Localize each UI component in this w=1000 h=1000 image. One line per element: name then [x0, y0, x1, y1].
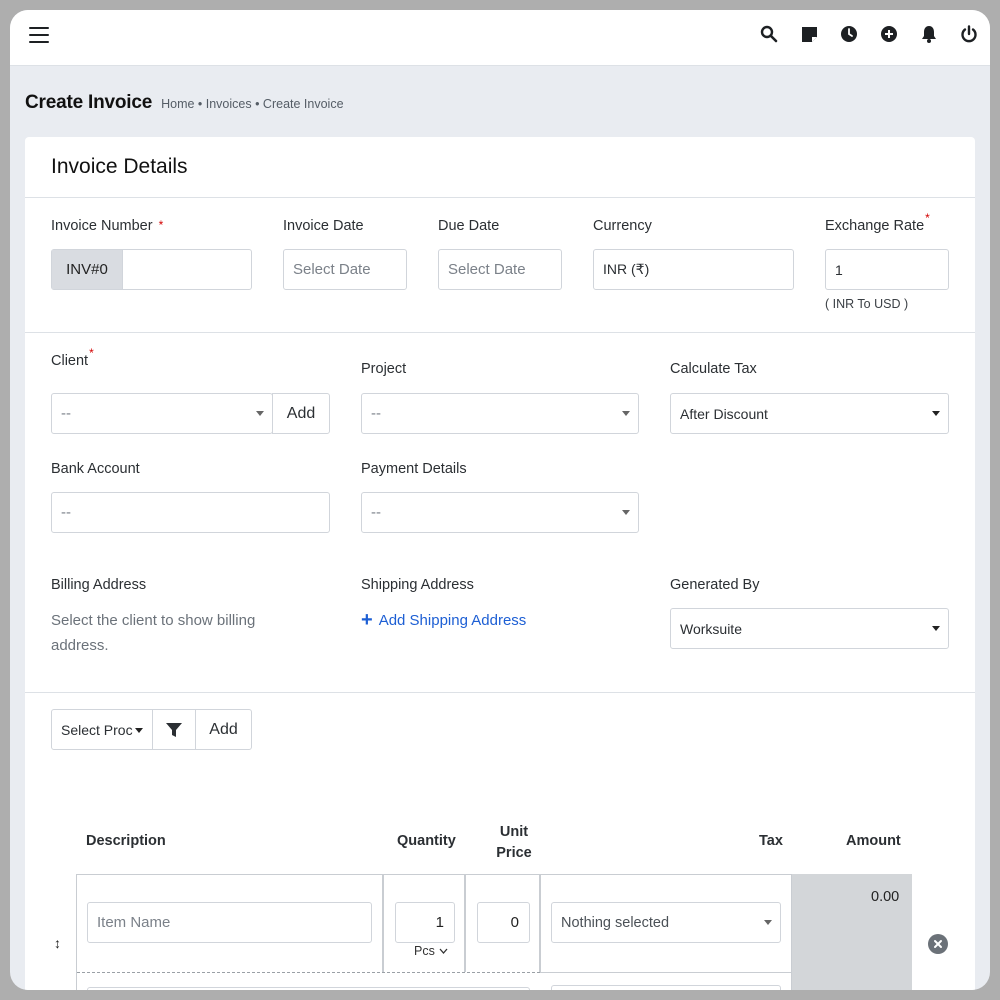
- quantity-input[interactable]: 1: [395, 902, 455, 943]
- remove-item-icon[interactable]: [928, 934, 948, 954]
- calculate-tax-value: After Discount: [680, 405, 768, 422]
- generated-by-value: Worksuite: [680, 620, 742, 637]
- generated-by-label: Generated By: [670, 577, 760, 593]
- exchange-rate-note: ( INR To USD ): [825, 297, 909, 311]
- chevron-down-icon: [256, 411, 264, 416]
- tax-header: Tax: [759, 833, 783, 849]
- invoice-number-label: Invoice Number *: [51, 218, 164, 234]
- billing-address-label: Billing Address: [51, 577, 147, 593]
- calculate-tax-label: Calculate Tax: [670, 361, 757, 377]
- menu-icon[interactable]: [29, 27, 49, 43]
- due-date-label: Due Date: [438, 218, 500, 234]
- divider: [25, 197, 975, 198]
- chevron-down-icon: [764, 920, 772, 925]
- chevron-down-icon: [622, 411, 630, 416]
- invoice-number-prefix: INV#0: [52, 250, 123, 289]
- select-product-value: Select Proc: [61, 721, 133, 738]
- app-window: Create Invoice Home • Invoices • Create …: [10, 10, 990, 990]
- invoice-details-card: Invoice Details Invoice Number * INV#0 I…: [25, 137, 975, 990]
- chevron-down-icon: [622, 510, 630, 515]
- chevron-down-icon: [932, 626, 940, 631]
- power-icon[interactable]: [958, 23, 980, 45]
- drag-handle-icon[interactable]: ↕: [54, 936, 61, 950]
- breadcrumb[interactable]: Home • Invoices • Create Invoice: [161, 97, 343, 111]
- chevron-down-icon: [932, 411, 940, 416]
- column-divider: [464, 874, 466, 972]
- item-description-input[interactable]: [87, 987, 530, 990]
- project-select-value: --: [371, 405, 381, 422]
- client-select[interactable]: --: [51, 393, 273, 434]
- add-product-button[interactable]: Add: [195, 709, 252, 750]
- chevron-down-icon: [439, 948, 448, 954]
- row-divider: [540, 972, 792, 973]
- divider: [25, 332, 975, 333]
- column-divider: [382, 874, 384, 972]
- bell-icon[interactable]: [918, 23, 940, 45]
- unit-select[interactable]: Pcs: [414, 944, 448, 958]
- add-client-button[interactable]: Add: [272, 393, 330, 434]
- bank-account-label: Bank Account: [51, 461, 140, 477]
- generated-by-select[interactable]: Worksuite: [670, 608, 949, 649]
- due-date-field[interactable]: Select Date: [438, 249, 562, 290]
- amount-value: 0.00: [871, 889, 900, 905]
- row-divider: [77, 972, 540, 973]
- shipping-address-label: Shipping Address: [361, 577, 474, 593]
- card-title: Invoice Details: [51, 155, 188, 178]
- bank-account-field[interactable]: --: [51, 492, 330, 533]
- project-label: Project: [361, 361, 407, 377]
- unit-price-header: Unit Price: [496, 824, 532, 861]
- exchange-rate-field[interactable]: 1: [825, 249, 949, 290]
- payment-details-value: --: [371, 504, 381, 521]
- add-shipping-address-label: Add Shipping Address: [378, 612, 527, 629]
- description-header: Description: [86, 833, 166, 849]
- tax-select[interactable]: Nothing selected: [551, 902, 781, 943]
- client-label: Client*: [51, 346, 94, 369]
- project-select[interactable]: --: [361, 393, 639, 434]
- currency-label: Currency: [593, 218, 652, 234]
- top-navbar: [10, 10, 990, 66]
- page-title: Create Invoice: [25, 92, 153, 113]
- filter-icon: [166, 722, 182, 737]
- invoice-date-label: Invoice Date: [283, 218, 364, 234]
- client-select-value: --: [61, 405, 71, 422]
- payment-details-select[interactable]: --: [361, 492, 639, 533]
- item-image-upload[interactable]: [551, 985, 781, 990]
- quantity-header: Quantity: [397, 833, 456, 849]
- chevron-down-icon: [135, 728, 143, 733]
- currency-select[interactable]: INR (₹): [593, 249, 794, 290]
- amount-header: Amount: [846, 833, 901, 849]
- sticky-note-icon[interactable]: [798, 23, 820, 45]
- unit-value: Pcs: [414, 944, 435, 958]
- page-header: Create Invoice Home • Invoices • Create …: [25, 92, 344, 114]
- select-product-dropdown[interactable]: Select Proc: [51, 709, 153, 750]
- invoice-date-field[interactable]: Select Date: [283, 249, 407, 290]
- clock-icon[interactable]: [838, 23, 860, 45]
- plus-circle-icon[interactable]: [878, 23, 900, 45]
- filter-button[interactable]: [152, 709, 196, 750]
- calculate-tax-select[interactable]: After Discount: [670, 393, 949, 434]
- divider: [25, 692, 975, 693]
- invoice-number-field[interactable]: INV#0: [51, 249, 252, 290]
- search-icon[interactable]: [758, 23, 780, 45]
- payment-details-label: Payment Details: [361, 461, 467, 477]
- unit-price-input[interactable]: 0: [477, 902, 530, 943]
- top-icon-bar: [758, 23, 980, 45]
- add-shipping-address-link[interactable]: + Add Shipping Address: [361, 609, 527, 631]
- plus-icon: +: [361, 609, 373, 631]
- exchange-rate-label: Exchange Rate*: [825, 211, 930, 234]
- tax-select-value: Nothing selected: [561, 914, 670, 931]
- item-name-input[interactable]: Item Name: [87, 902, 372, 943]
- column-divider: [539, 874, 541, 972]
- billing-address-text: Select the client to show billing addres…: [51, 612, 256, 654]
